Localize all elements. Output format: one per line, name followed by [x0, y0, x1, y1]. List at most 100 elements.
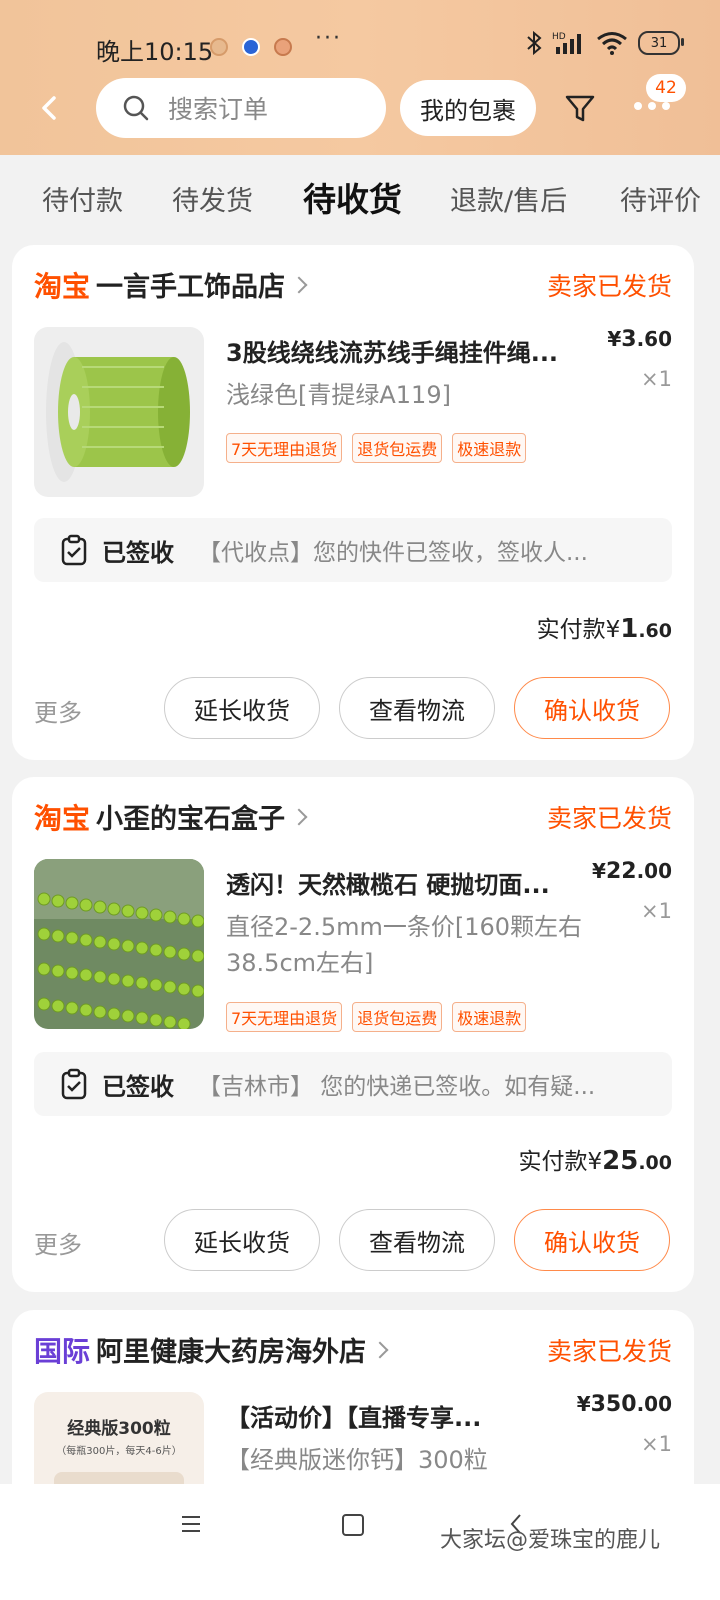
order-card: 淘宝 一言手工饰品店 卖家已发货 3股线绕线流苏线手绳挂件绳... 浅绿色[青提绿… [12, 245, 694, 760]
logistics-summary[interactable]: 已签收 【吉林市】 您的快递已签收。如有疑... [34, 1052, 672, 1116]
confirm-receipt-button[interactable]: 确认收货 [514, 677, 670, 739]
shop-name: 阿里健康大药房海外店 [96, 1337, 367, 1368]
product-title[interactable]: 透闪！天然橄榄石 硬抛切面... [226, 865, 586, 900]
price-symbol: ¥ [592, 859, 606, 883]
peridot-beads-image [34, 859, 204, 1029]
product-thumbnail[interactable] [34, 859, 204, 1029]
status-right-icons: HD 31 [526, 30, 684, 56]
thumbnail-title: 经典版300粒 [67, 1419, 171, 1439]
paid-label: 实付款 [518, 1149, 588, 1175]
search-icon [123, 95, 149, 121]
order-actions: 更多 延长收货 查看物流 确认收货 [34, 1209, 672, 1273]
order-status: 卖家已发货 [546, 272, 672, 301]
search-input[interactable]: 搜索订单 [96, 78, 386, 138]
notification-icons [210, 38, 292, 56]
order-status: 卖家已发货 [546, 1337, 672, 1366]
service-tag: 退货包运费 [352, 433, 443, 463]
order-status: 卖家已发货 [546, 804, 672, 833]
price-integer: 350 [590, 1392, 637, 1417]
product-quantity: ×1 [641, 367, 672, 391]
system-nav-bar: 大家坛@爱珠宝的鹿儿 [0, 1484, 720, 1600]
menu-icon[interactable] [180, 1514, 202, 1534]
shop-header[interactable]: 淘宝 小歪的宝石盒子 卖家已发货 [34, 797, 672, 837]
confirm-receipt-button[interactable]: 确认收货 [514, 1209, 670, 1271]
more-menu-icon[interactable] [634, 102, 670, 110]
signal-icon: HD [552, 32, 581, 54]
product-spec: 直径2-2.5mm一条价[160颗左右 38.5cm左右] [226, 913, 583, 977]
chevron-right-icon [371, 1341, 389, 1359]
service-tags: 7天无理由退货 退货包运费 极速退款 [226, 1002, 527, 1032]
product-quantity: ×1 [641, 1432, 672, 1456]
product-title[interactable]: 3股线绕线流苏线手绳挂件绳... [226, 333, 586, 368]
shop-header[interactable]: 国际 阿里健康大药房海外店 卖家已发货 [34, 1330, 672, 1370]
platform-label: 国际 [34, 1335, 91, 1368]
tab-pending-shipment[interactable]: 待发货 [172, 179, 253, 218]
home-icon[interactable] [342, 1514, 364, 1536]
notification-icon [274, 38, 292, 56]
service-tag: 极速退款 [452, 1002, 527, 1032]
paid-integer: 25 [602, 1146, 639, 1176]
price-integer: 3 [621, 327, 637, 352]
nav-row: 搜索订单 我的包裹 42 [0, 74, 720, 140]
view-logistics-button[interactable]: 查看物流 [339, 1209, 495, 1271]
product-thumbnail[interactable] [34, 327, 204, 497]
price-decimal: .00 [636, 1392, 672, 1416]
top-header: 晚上10:15 ··· HD 31 搜索订单 我的包裹 42 [0, 0, 720, 155]
tab-pending-payment[interactable]: 待付款 [42, 179, 123, 218]
product-price: ¥350.00 [577, 1392, 672, 1417]
shop-name: 一言手工饰品店 [96, 272, 286, 303]
platform-label: 淘宝 [34, 270, 91, 303]
more-link[interactable]: 更多 [34, 693, 82, 728]
tab-refund-aftersale[interactable]: 退款/售后 [450, 179, 567, 218]
filter-icon[interactable] [562, 90, 598, 126]
service-tag: 退货包运费 [352, 1002, 443, 1032]
extend-receipt-button[interactable]: 延长收货 [164, 1209, 320, 1271]
paid-decimal: .00 [638, 1152, 672, 1174]
product-title[interactable]: 【活动价】【直播专享... [226, 1398, 586, 1433]
my-parcels-button[interactable]: 我的包裹 [400, 80, 536, 136]
notification-icon [210, 38, 228, 56]
service-tag: 7天无理由退货 [226, 433, 343, 463]
clipboard-check-icon [61, 534, 87, 566]
price-integer: 22 [605, 859, 637, 884]
logistics-text: 【代收点】您的快件已签收，签收人... [198, 540, 588, 566]
status-more-icon: ··· [315, 26, 342, 51]
service-tag: 极速退款 [452, 433, 527, 463]
svg-text:HD: HD [552, 32, 566, 42]
paid-decimal: .60 [638, 620, 672, 642]
watermark: 大家坛@爱珠宝的鹿儿 [440, 1528, 661, 1553]
wifi-icon [597, 32, 627, 55]
back-icon[interactable] [32, 88, 68, 128]
view-logistics-button[interactable]: 查看物流 [339, 677, 495, 739]
service-tag: 7天无理由退货 [226, 1002, 343, 1032]
paid-label: 实付款 [536, 617, 606, 643]
product-spec: 【经典版迷你钙】300粒 [226, 1446, 488, 1474]
logistics-status: 已签收 [102, 538, 174, 567]
shop-name: 小歪的宝石盒子 [96, 804, 286, 835]
paid-integer: 1 [620, 614, 639, 644]
thread-spool-image [34, 327, 204, 497]
shop-header[interactable]: 淘宝 一言手工饰品店 卖家已发货 [34, 265, 672, 305]
order-card: 淘宝 小歪的宝石盒子 卖家已发货 透闪！天然橄榄石 硬抛切面... 直径2-2.5… [12, 777, 694, 1292]
price-decimal: .60 [636, 327, 672, 351]
price-symbol: ¥ [576, 1392, 591, 1416]
paid-symbol: ¥ [605, 617, 621, 643]
extend-receipt-button[interactable]: 延长收货 [164, 677, 320, 739]
message-badge: 42 [646, 74, 686, 102]
clipboard-check-icon [61, 1068, 87, 1100]
more-link[interactable]: 更多 [34, 1225, 82, 1260]
logistics-text: 【吉林市】 您的快递已签收。如有疑... [198, 1074, 596, 1100]
product-price: ¥3.60 [607, 327, 672, 352]
product-spec: 浅绿色[青提绿A119] [226, 381, 451, 409]
search-placeholder: 搜索订单 [168, 95, 269, 124]
tab-pending-review[interactable]: 待评价 [620, 179, 701, 218]
status-time: 晚上10:15 [96, 38, 214, 66]
chevron-right-icon [290, 276, 308, 294]
price-decimal: .00 [636, 859, 672, 883]
price-symbol: ¥ [607, 327, 622, 351]
paid-symbol: ¥ [587, 1149, 603, 1175]
service-tags: 7天无理由退货 退货包运费 极速退款 [226, 433, 527, 463]
chevron-right-icon [290, 808, 308, 826]
tab-pending-receipt[interactable]: 待收货 [303, 173, 402, 221]
logistics-summary[interactable]: 已签收 【代收点】您的快件已签收，签收人... [34, 518, 672, 582]
